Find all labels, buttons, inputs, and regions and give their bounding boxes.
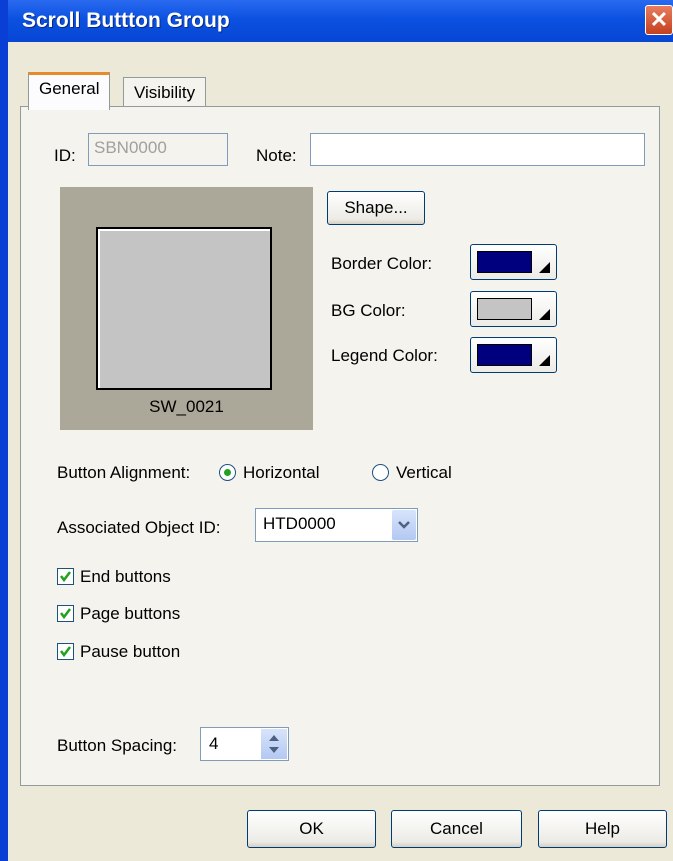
checkmark-icon [60, 646, 71, 658]
chevron-down-icon[interactable] [392, 510, 416, 540]
border-color-swatch [477, 251, 532, 273]
title-bar[interactable]: Scroll Buttton Group [8, 0, 673, 42]
checkmark-icon [60, 608, 71, 620]
radio-vertical[interactable] [372, 464, 389, 481]
id-field: SBN0000 [88, 133, 228, 166]
preview-caption: SW_0021 [149, 397, 224, 416]
tab-general[interactable]: General [28, 72, 111, 110]
id-label: ID: [54, 146, 76, 165]
note-label: Note: [256, 146, 297, 165]
help-button[interactable]: Help [538, 810, 667, 848]
page-buttons-label[interactable]: Page buttons [80, 604, 180, 624]
page-buttons-checkbox[interactable] [57, 605, 74, 622]
end-buttons-checkbox[interactable] [57, 568, 74, 585]
note-field[interactable] [310, 133, 645, 166]
legend-color-button[interactable] [470, 337, 557, 373]
button-spacing-label: Button Spacing: [57, 736, 178, 755]
pause-button-checkbox[interactable] [57, 643, 74, 660]
border-color-button[interactable] [470, 244, 557, 280]
bg-color-swatch [477, 298, 532, 320]
associated-object-label: Associated Object ID: [57, 518, 221, 537]
radio-horizontal-label[interactable]: Horizontal [243, 463, 320, 483]
checkmark-icon [60, 571, 71, 583]
ok-button[interactable]: OK [247, 810, 376, 848]
radio-horizontal[interactable] [219, 464, 236, 481]
cancel-button[interactable]: Cancel [391, 810, 522, 848]
button-alignment-label: Button Alignment: [57, 463, 191, 482]
associated-object-select[interactable]: HTD0000 [255, 508, 418, 542]
radio-vertical-label[interactable]: Vertical [396, 463, 452, 483]
legend-color-swatch [477, 344, 532, 366]
bg-color-button[interactable] [470, 291, 557, 327]
preview-button-face [96, 227, 272, 390]
shape-preview: SW_0021 [60, 187, 313, 430]
spinner-arrows-icon[interactable] [261, 729, 287, 759]
button-spacing-value: 4 [209, 734, 219, 753]
close-button[interactable]: ✕ [645, 5, 673, 35]
window-title: Scroll Buttton Group [22, 9, 230, 32]
bg-color-label: BG Color: [331, 301, 406, 320]
shape-button[interactable]: Shape... [327, 191, 425, 225]
border-color-label: Border Color: [331, 254, 433, 273]
button-spacing-spinner[interactable]: 4 [200, 727, 289, 761]
dropdown-arrow-icon [539, 262, 550, 273]
end-buttons-label[interactable]: End buttons [80, 567, 171, 587]
pause-button-label[interactable]: Pause button [80, 642, 180, 662]
legend-color-label: Legend Color: [331, 346, 438, 365]
dropdown-arrow-icon [539, 309, 550, 320]
associated-object-value: HTD0000 [263, 514, 336, 533]
dropdown-arrow-icon [539, 355, 550, 366]
